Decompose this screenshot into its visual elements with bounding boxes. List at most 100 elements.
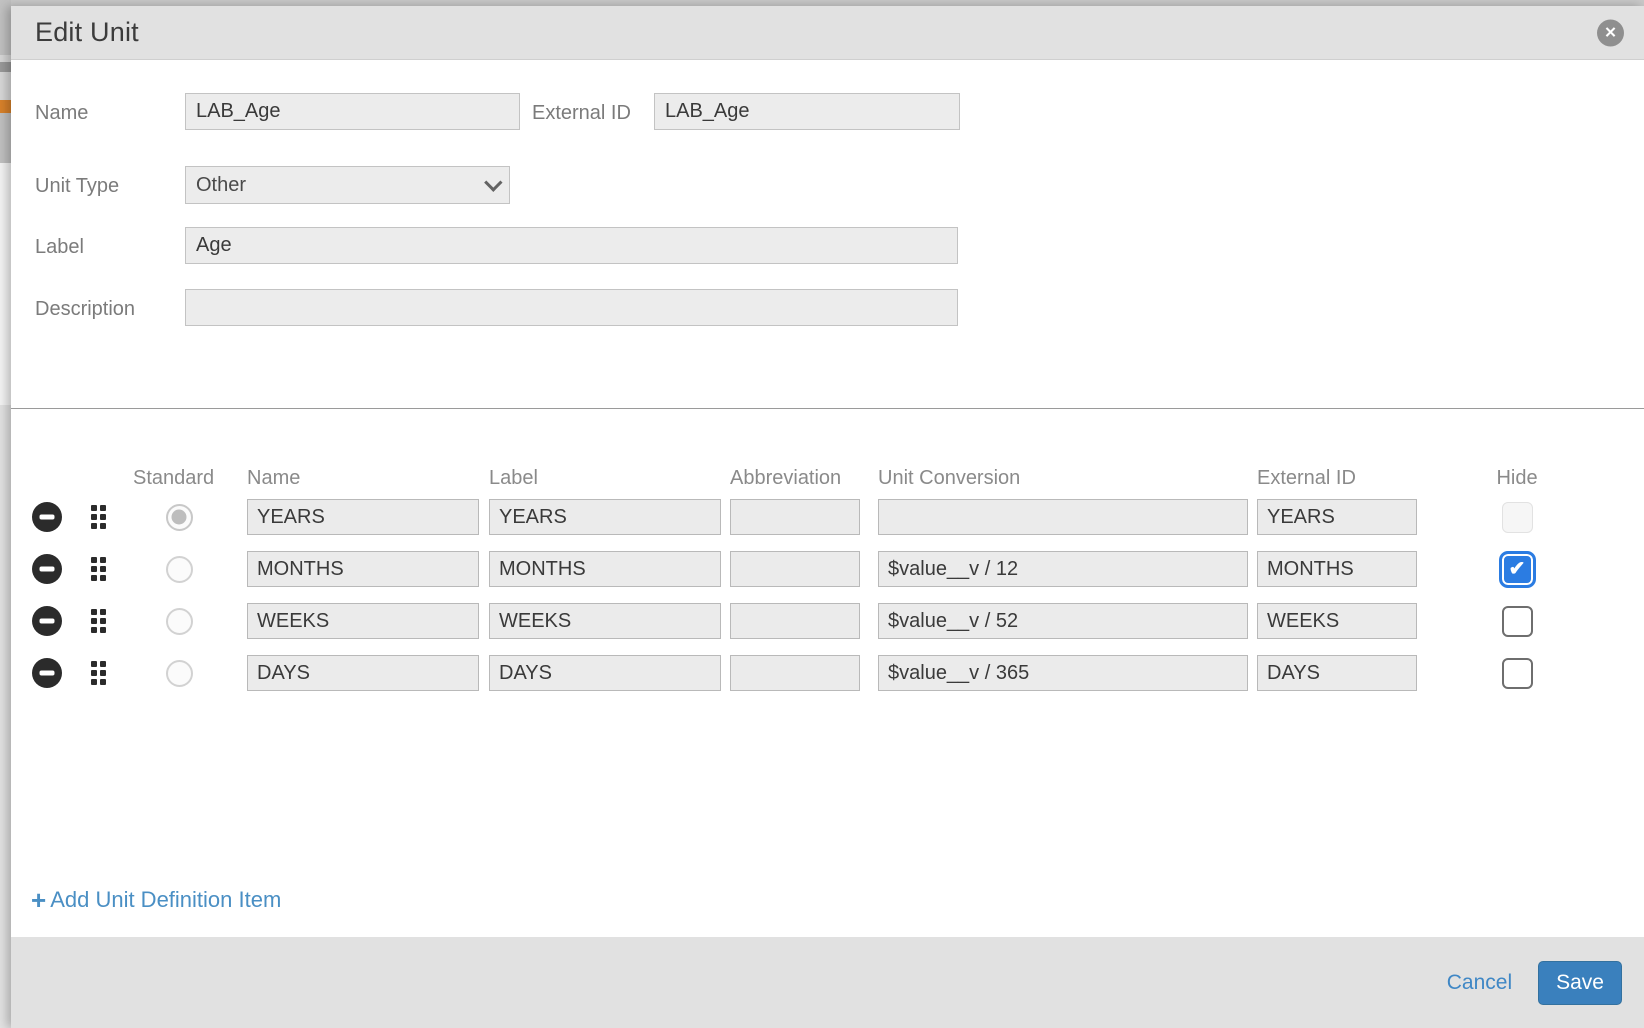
- unit-definition-row: ✔: [31, 603, 1644, 639]
- row-external-id-input[interactable]: [1257, 655, 1417, 691]
- row-unit-conversion-input[interactable]: [878, 603, 1248, 639]
- row-name-input[interactable]: [247, 655, 479, 691]
- save-button[interactable]: Save: [1538, 961, 1622, 1005]
- description-input[interactable]: [185, 289, 958, 326]
- bg-strip-segment: [0, 72, 11, 100]
- table-rows: ✔ ✔: [31, 499, 1644, 691]
- unit-type-select[interactable]: Other: [185, 166, 510, 204]
- bg-strip-segment: [0, 405, 11, 1028]
- row-label-input[interactable]: [489, 603, 721, 639]
- standard-radio[interactable]: [166, 504, 193, 531]
- column-header-external-id: External ID: [1257, 467, 1417, 490]
- row-abbreviation-input[interactable]: [730, 499, 860, 535]
- drag-dot: [91, 514, 97, 520]
- bg-strip-segment: [0, 113, 11, 163]
- drag-dot: [91, 523, 97, 529]
- drag-dot: [91, 557, 97, 563]
- row-unit-conversion-input[interactable]: [878, 551, 1248, 587]
- cell-drag: [88, 557, 108, 581]
- remove-row-icon[interactable]: [32, 658, 62, 688]
- column-header-unit-conversion: Unit Conversion: [878, 467, 1248, 490]
- table-header-row: Standard Name Label Abbreviation Unit Co…: [31, 467, 1644, 490]
- name-input[interactable]: [185, 93, 520, 130]
- remove-row-icon[interactable]: [32, 554, 62, 584]
- cell-standard: [133, 504, 225, 531]
- cell-abbreviation: [730, 499, 860, 535]
- drag-dot: [91, 670, 97, 676]
- cell-drag: [88, 505, 108, 529]
- row-external-id-input[interactable]: [1257, 551, 1417, 587]
- cancel-button[interactable]: Cancel: [1447, 971, 1512, 995]
- row-unit-conversion-input[interactable]: [878, 499, 1248, 535]
- cell-unit-conversion: [878, 655, 1248, 691]
- row-name-input[interactable]: [247, 603, 479, 639]
- form-row-description: Description: [35, 289, 1644, 326]
- hide-checkbox[interactable]: ✔: [1502, 658, 1533, 689]
- drag-handle-icon[interactable]: [91, 609, 106, 633]
- drag-dot: [91, 575, 97, 581]
- cell-abbreviation: [730, 551, 860, 587]
- remove-row-icon[interactable]: [32, 502, 62, 532]
- add-unit-definition-item-link[interactable]: + Add Unit Definition Item: [31, 887, 281, 913]
- form-row-label: Label: [35, 227, 1644, 264]
- cell-remove: [31, 658, 63, 688]
- unit-definition-row: ✔: [31, 655, 1644, 691]
- cell-unit-conversion: [878, 499, 1248, 535]
- label-label: Label: [35, 227, 185, 260]
- background-page-strip: [0, 0, 11, 1028]
- cell-name: [247, 655, 479, 691]
- label-input[interactable]: [185, 227, 958, 264]
- row-label-input[interactable]: [489, 551, 721, 587]
- add-unit-definition-item-label: Add Unit Definition Item: [50, 887, 281, 913]
- bg-strip-orange-accent: [0, 100, 11, 113]
- spacer: [35, 130, 1644, 166]
- drag-dot: [100, 679, 106, 685]
- drag-dot: [100, 557, 106, 563]
- row-label-input[interactable]: [489, 499, 721, 535]
- drag-handle-icon[interactable]: [91, 505, 106, 529]
- cell-hide: ✔: [1497, 658, 1537, 689]
- standard-radio[interactable]: [166, 660, 193, 687]
- standard-radio[interactable]: [166, 608, 193, 635]
- hide-checkbox[interactable]: ✔: [1499, 551, 1536, 588]
- drag-dot: [91, 679, 97, 685]
- unit-definition-row: ✔: [31, 551, 1644, 587]
- description-label: Description: [35, 289, 185, 322]
- row-external-id-input[interactable]: [1257, 603, 1417, 639]
- drag-dot: [100, 505, 106, 511]
- column-header-abbreviation: Abbreviation: [730, 467, 860, 490]
- unit-type-selected-value: Other: [196, 174, 246, 197]
- hide-checkbox[interactable]: ✔: [1502, 502, 1533, 533]
- drag-dot: [91, 661, 97, 667]
- row-label-input[interactable]: [489, 655, 721, 691]
- bg-strip-segment: [0, 163, 11, 405]
- form-row-unit-type: Unit Type Other: [35, 166, 1644, 204]
- cell-remove: [31, 502, 63, 532]
- external-id-input[interactable]: [654, 93, 960, 130]
- plus-icon: +: [31, 887, 46, 913]
- drag-dot: [100, 618, 106, 624]
- cell-abbreviation: [730, 655, 860, 691]
- row-abbreviation-input[interactable]: [730, 655, 860, 691]
- row-external-id-input[interactable]: [1257, 499, 1417, 535]
- close-icon[interactable]: ✕: [1597, 19, 1624, 46]
- bg-strip-segment: [0, 62, 11, 72]
- drag-dot: [91, 566, 97, 572]
- drag-handle-icon[interactable]: [91, 557, 106, 581]
- hide-checkbox[interactable]: ✔: [1502, 606, 1533, 637]
- row-name-input[interactable]: [247, 499, 479, 535]
- cell-external-id: [1257, 655, 1417, 691]
- row-name-input[interactable]: [247, 551, 479, 587]
- spacer: [35, 204, 1644, 227]
- drag-dot: [100, 514, 106, 520]
- cell-unit-conversion: [878, 551, 1248, 587]
- drag-dot: [100, 627, 106, 633]
- row-unit-conversion-input[interactable]: [878, 655, 1248, 691]
- drag-handle-icon[interactable]: [91, 661, 106, 685]
- remove-row-icon[interactable]: [32, 606, 62, 636]
- row-abbreviation-input[interactable]: [730, 603, 860, 639]
- row-abbreviation-input[interactable]: [730, 551, 860, 587]
- unit-definition-table: Standard Name Label Abbreviation Unit Co…: [11, 467, 1644, 691]
- standard-radio[interactable]: [166, 556, 193, 583]
- cell-external-id: [1257, 603, 1417, 639]
